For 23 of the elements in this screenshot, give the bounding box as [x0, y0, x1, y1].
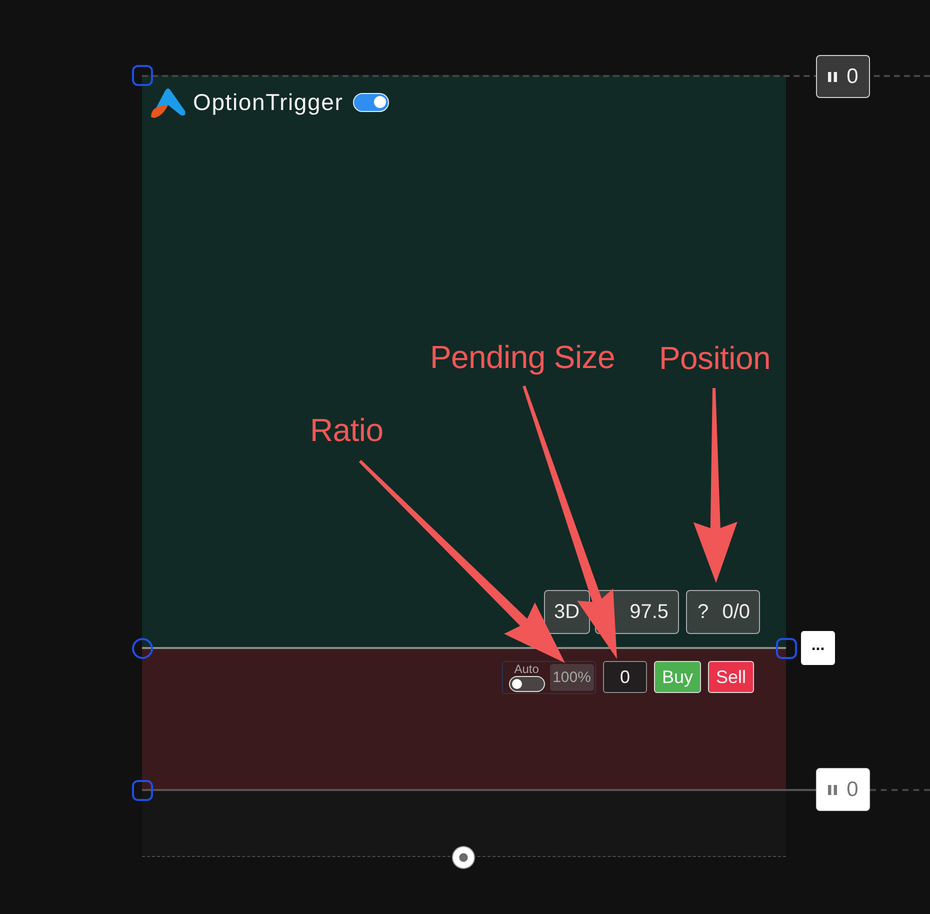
drag-handle[interactable] [132, 638, 152, 658]
enable-toggle[interactable] [353, 92, 390, 112]
auto-toggle[interactable] [508, 676, 545, 692]
annotation-label: Pending Size [430, 338, 615, 376]
timeframe-button[interactable]: 3D [544, 590, 590, 634]
drag-handle[interactable] [132, 64, 152, 86]
logo-icon [150, 86, 186, 118]
auto-label: Auto [514, 663, 539, 676]
app-title: OptionTrigger [193, 90, 344, 114]
annotation-label: Ratio [310, 411, 384, 449]
drag-handle[interactable] [776, 638, 796, 658]
pause-icon [828, 784, 837, 794]
pause-tag[interactable]: 0 [816, 768, 870, 811]
pause-icon [828, 72, 837, 82]
ratio-button[interactable]: 100% [550, 664, 594, 691]
sell-button[interactable]: Sell [708, 661, 754, 693]
position-box: ? 0/0 [686, 590, 760, 634]
more-button[interactable]: ... [801, 631, 835, 665]
drag-handle[interactable] [452, 846, 475, 869]
annotation-label: Position [659, 339, 770, 377]
drag-handle[interactable] [132, 780, 152, 800]
size-input[interactable]: 0 [602, 661, 647, 693]
pause-tag[interactable]: 0 [816, 55, 870, 98]
